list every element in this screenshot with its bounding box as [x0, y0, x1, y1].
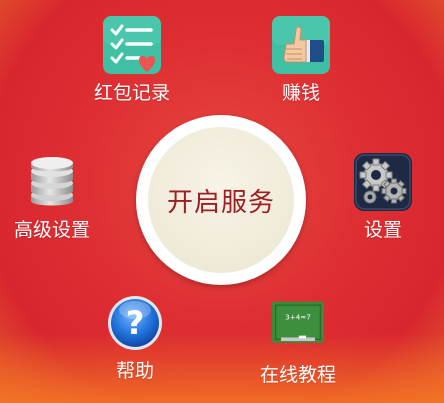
menu-item-tutorial[interactable]: 3+4=7 在线教程 — [260, 298, 336, 387]
menu-item-help[interactable]: ? 帮助 — [106, 294, 164, 383]
checklist-icon — [103, 16, 161, 74]
menu-label-help: 帮助 — [115, 360, 154, 382]
menu-label-settings: 设置 — [363, 219, 402, 241]
bottom-glow — [0, 333, 444, 403]
thumbs-up-icon — [272, 16, 330, 74]
menu-label-red-packet-record: 红包记录 — [94, 82, 171, 104]
svg-text:?: ? — [126, 304, 145, 342]
gear-icon — [354, 153, 412, 211]
start-service-disc: 开启服务 — [148, 127, 294, 273]
chalkboard-text: 3+4=7 — [285, 313, 311, 322]
question-mark-icon: ? — [108, 296, 162, 350]
database-icon — [31, 157, 73, 206]
start-service-label: 开启服务 — [166, 187, 275, 218]
menu-item-advanced-settings[interactable]: 高级设置 — [14, 153, 90, 242]
menu-item-settings[interactable]: 设置 — [354, 153, 412, 242]
start-service-button[interactable]: 开启服务 — [136, 115, 306, 285]
menu-item-red-packet-record[interactable]: 红包记录 — [94, 16, 170, 105]
chalkboard-icon: 3+4=7 — [272, 301, 324, 343]
app-screen: 红包记录 赚钱 高级设置 设置 ? 帮助 3+4=7 在线教程 开启服务 — [0, 0, 444, 403]
menu-item-earn-money[interactable]: 赚钱 — [272, 16, 330, 105]
menu-label-advanced-settings: 高级设置 — [14, 219, 91, 241]
menu-label-earn-money: 赚钱 — [281, 82, 320, 104]
menu-label-tutorial: 在线教程 — [260, 364, 337, 386]
